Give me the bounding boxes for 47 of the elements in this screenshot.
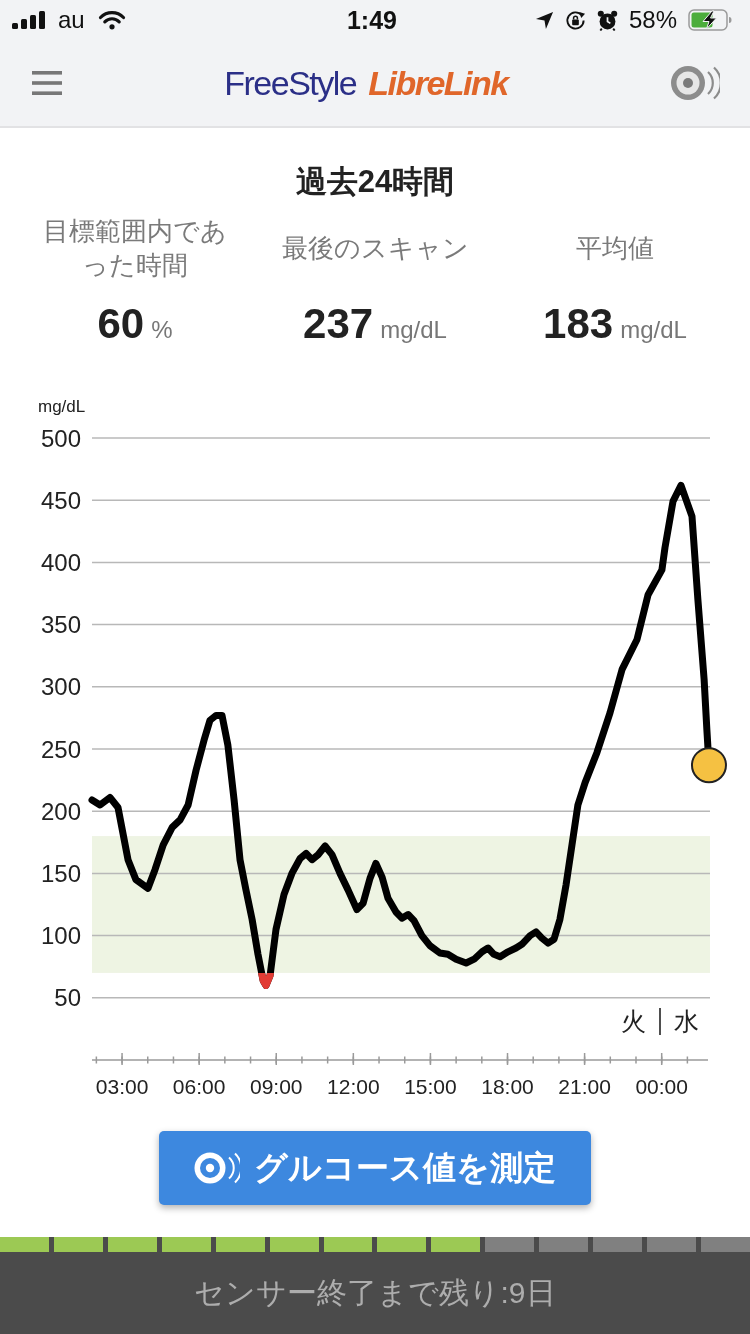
stat-unit: mg/dL	[380, 316, 447, 344]
day-label: 水	[674, 1007, 699, 1035]
app-logo: FreeStyle LibreLink	[224, 63, 508, 103]
stat-unit: mg/dL	[620, 316, 687, 344]
axis-unit-label: mg/dL	[38, 396, 86, 416]
stat-label: 目標範囲内であった時間	[42, 215, 228, 282]
carrier-name: au	[58, 6, 85, 34]
x-axis-label: 18:00	[481, 1074, 534, 1098]
y-axis-label: 100	[40, 922, 81, 950]
y-axis-label: 300	[40, 673, 81, 701]
stat-label: 平均値	[576, 232, 654, 265]
scan-button[interactable]: グルコース値を測定	[159, 1131, 591, 1205]
stat-unit: %	[151, 316, 173, 344]
stat-value: 183	[543, 300, 614, 348]
menu-icon[interactable]	[32, 71, 62, 95]
stat-value: 237	[303, 300, 374, 348]
current-reading-dot-icon	[690, 747, 727, 784]
x-axis-label: 21:00	[558, 1074, 611, 1098]
y-axis-label: 350	[40, 611, 81, 639]
stat-label: 最後のスキャン	[281, 232, 469, 265]
period-title: 過去24時間	[295, 164, 455, 200]
rotation-lock-icon	[564, 9, 586, 31]
x-axis-label: 00:00	[635, 1074, 688, 1098]
battery-charging-icon	[688, 9, 732, 31]
signal-bars-icon	[12, 11, 45, 29]
y-axis-label: 150	[40, 859, 81, 887]
sensor-remaining-text: センサー終了まで残り:9日	[194, 1275, 556, 1311]
y-axis-label: 50	[54, 984, 81, 1012]
wifi-icon	[97, 10, 126, 30]
battery-percent: 58%	[628, 6, 677, 34]
x-axis-label: 06:00	[172, 1074, 226, 1098]
stat-value: 60	[97, 300, 145, 348]
x-axis-label: 09:00	[249, 1074, 303, 1098]
sensor-icon	[194, 1150, 240, 1186]
y-axis-label: 450	[40, 486, 81, 514]
y-axis-label: 200	[40, 797, 81, 825]
y-axis-label: 500	[40, 424, 81, 452]
location-arrow-icon	[534, 10, 554, 30]
x-axis-label: 03:00	[95, 1074, 149, 1098]
day-label: 火	[621, 1007, 646, 1035]
alarm-clock-icon	[596, 9, 618, 31]
x-axis-label: 15:00	[404, 1074, 457, 1098]
y-axis-label: 400	[40, 548, 81, 576]
y-axis-label: 250	[40, 735, 81, 763]
sensor-icon[interactable]	[670, 64, 720, 102]
x-axis-label: 12:00	[327, 1074, 380, 1098]
clock-time: 1:49	[346, 6, 397, 34]
